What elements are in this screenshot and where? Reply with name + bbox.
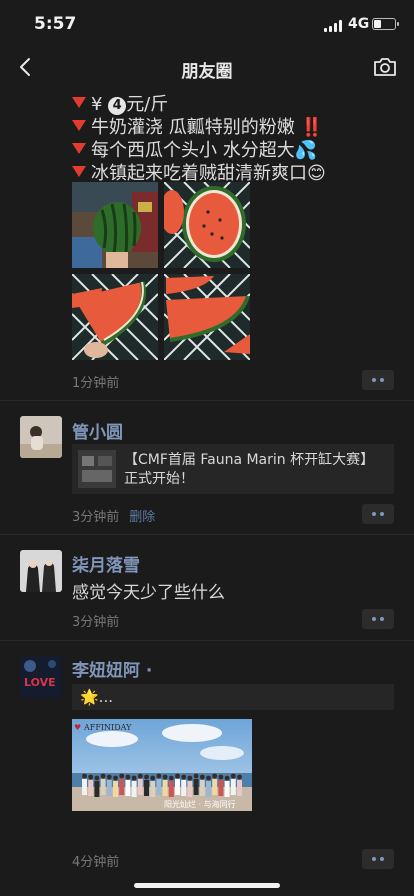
navigation-bar: 朋友圈	[0, 46, 414, 88]
user-nickname[interactable]: 柒月落雪	[72, 551, 140, 576]
red-triangle-icon	[72, 143, 86, 154]
post-divider	[0, 400, 414, 401]
user-nickname[interactable]: 管小圆	[72, 418, 123, 443]
avatar[interactable]	[20, 416, 62, 458]
post-meta: 3分钟前 删除	[72, 506, 155, 525]
red-triangle-icon	[72, 120, 86, 131]
status-time: 5:57	[34, 14, 77, 34]
svg-text:LOVE: LOVE	[24, 676, 56, 689]
more-options-button[interactable]	[362, 504, 394, 524]
signal-icon	[324, 20, 344, 32]
shared-link-card[interactable]: 【CMF首届 Fauna Marin 杯开缸大赛】正式开始！	[72, 444, 394, 494]
post-timestamp: 1分钟前	[72, 376, 120, 391]
red-triangle-icon	[72, 97, 86, 108]
avatar[interactable]: LOVE	[20, 656, 62, 698]
network-type: 4G	[348, 16, 370, 32]
more-options-button[interactable]	[362, 849, 394, 869]
photo-caption-text: 阳光灿烂 · 与海同行	[164, 799, 236, 809]
post-photo[interactable]	[72, 182, 158, 268]
red-triangle-icon	[72, 166, 86, 177]
post-divider	[0, 534, 414, 535]
more-options-button[interactable]	[362, 609, 394, 629]
page-title: 朋友圈	[181, 62, 233, 82]
svg-text:♥: ♥	[74, 723, 81, 732]
post-photo[interactable]	[164, 274, 250, 360]
avatar[interactable]	[20, 550, 62, 592]
user-nickname[interactable]: 李妞妞阿 ·	[72, 656, 152, 681]
photo-logo-text: AFFINIDAY	[83, 723, 132, 732]
post-divider	[0, 640, 414, 641]
post-timestamp: 4分钟前	[72, 855, 120, 870]
more-options-button[interactable]	[362, 370, 394, 390]
shared-link-thumbnail	[78, 450, 116, 488]
battery-icon	[372, 18, 399, 30]
post-photo[interactable]	[164, 182, 250, 268]
status-bar: 5:57 4G	[0, 0, 414, 46]
home-indicator[interactable]	[134, 883, 280, 888]
post-photo[interactable]: ♥ AFFINIDAY 阳光灿烂 · 与海同行	[72, 719, 252, 811]
shared-link-title: 【CMF首届 Fauna Marin 杯开缸大赛】正式开始！	[124, 452, 375, 487]
post-timestamp: 3分钟前	[72, 615, 120, 630]
post-timestamp: 3分钟前	[72, 510, 120, 525]
delete-link[interactable]: 删除	[129, 510, 155, 525]
camera-icon[interactable]	[372, 55, 398, 79]
post-photo[interactable]	[72, 274, 158, 360]
post-body-text: 感觉今天少了些什么	[72, 583, 225, 603]
moments-feed[interactable]: ¥ 4 元/斤 牛奶灌浇 瓜瓤特别的粉嫩 ‼️ 每个西瓜个头小 水分超大💦 冰镇起…	[0, 88, 414, 896]
post-caption: 🌟...	[72, 684, 394, 710]
